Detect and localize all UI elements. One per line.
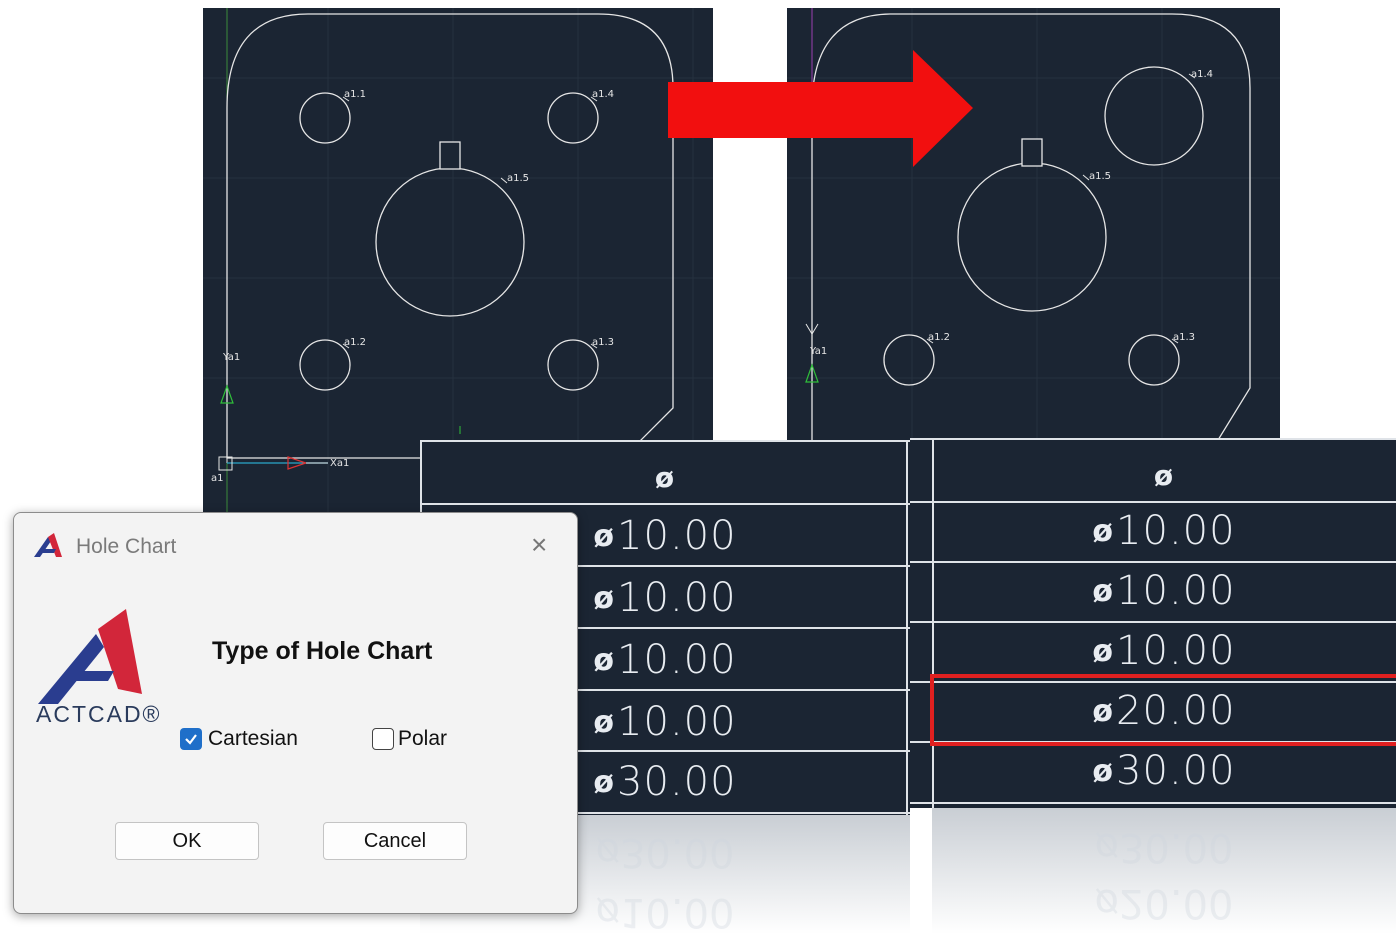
arrow-right-icon (668, 50, 973, 167)
hole-a1-4-enlarged (1104, 66, 1204, 166)
label-a1-3: a1.3 (592, 337, 614, 348)
chart-header: ø (1153, 458, 1175, 492)
label-a1-3: a1.3 (1173, 332, 1195, 343)
dialog-titlebar[interactable]: Hole Chart × (14, 513, 577, 577)
checkbox-checked-icon (180, 728, 202, 750)
hole-a1-3 (547, 339, 599, 391)
polar-label: Polar (398, 727, 448, 750)
hole-chart-dialog: Hole Chart × ACTCAD® Type of Hole Chart … (13, 512, 578, 914)
highlight-box (930, 674, 1396, 746)
reflection-row: ø30.00 (1094, 824, 1234, 870)
polar-checkbox[interactable]: Polar (372, 727, 447, 751)
axis-y-label: Ya1 (809, 346, 827, 357)
actcad-logo-text: ACTCAD® (36, 701, 162, 727)
origin-label: a1 (211, 473, 224, 484)
hole-a1-1 (299, 92, 351, 144)
chart-row: ø 10.00 (1092, 568, 1236, 614)
label-a1-5: a1.5 (1089, 171, 1111, 182)
dialog-title: Hole Chart (76, 535, 177, 558)
label-a1-2: a1.2 (928, 332, 950, 343)
chart-row: ø 30.00 (1092, 748, 1236, 794)
dialog-heading: Type of Hole Chart (212, 637, 433, 665)
hole-a1-2 (299, 339, 351, 391)
chart-row: ø 10.00 (1092, 628, 1236, 674)
reflection-row: ø20.00 (1094, 880, 1234, 926)
chart-header: ø (654, 460, 676, 494)
cancel-button[interactable]: Cancel (323, 822, 467, 860)
hole-a1-4 (547, 92, 599, 144)
chart-reflection-after: ø30.00 ø20.00 (932, 808, 1396, 934)
actcad-app-icon (34, 533, 62, 557)
checkbox-unchecked-icon (372, 728, 394, 750)
label-a1-4: a1.4 (592, 89, 614, 100)
label-a1-4: a1.4 (1191, 69, 1213, 80)
axis-y-label: Ya1 (222, 352, 240, 363)
hole-chart-after: ø ø 10.00 ø 10.00 ø 10.00 ø 20.00 ø 30.00 (910, 438, 1396, 808)
chart-row: ø 10.00 (1092, 508, 1236, 554)
cad-view-before: a1.1 a1.4 a1.5 a1.2 a1.3 Ya1 Xa1 a1 (203, 8, 713, 513)
cartesian-label: Cartesian (208, 727, 298, 750)
ok-button[interactable]: OK (115, 822, 259, 860)
close-icon[interactable]: × (531, 531, 547, 559)
hole-a1-5 (375, 167, 525, 317)
label-a1-5: a1.5 (507, 173, 529, 184)
hole-a1-5 (957, 162, 1107, 312)
axis-x-label: Xa1 (330, 458, 349, 469)
label-a1-2: a1.2 (344, 337, 366, 348)
drawing-before: a1.1 a1.4 a1.5 a1.2 a1.3 Ya1 Xa1 a1 (203, 8, 713, 513)
cartesian-checkbox[interactable]: Cartesian (180, 727, 298, 751)
label-a1-1: a1.1 (344, 89, 366, 100)
